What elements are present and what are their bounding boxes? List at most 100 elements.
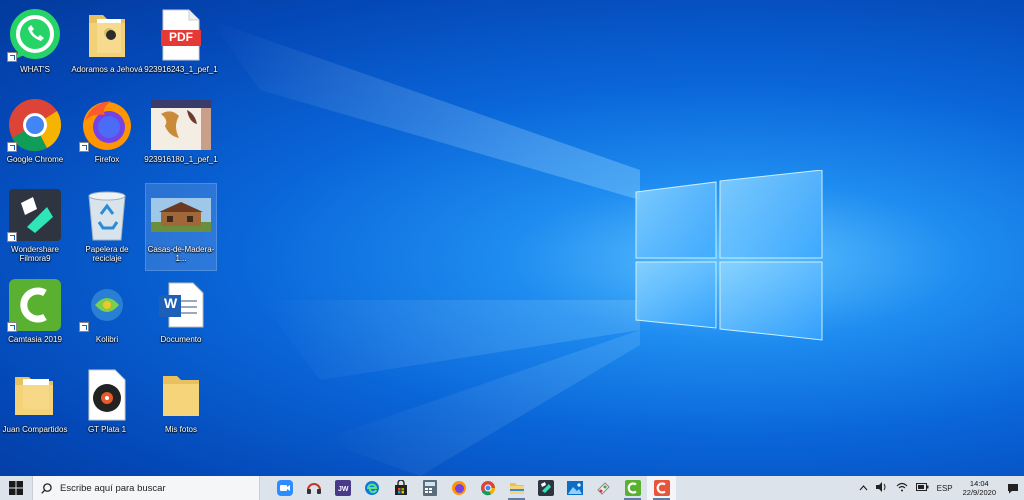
desktop-icon-label: Juan Compartidos [2,425,68,434]
start-button[interactable] [0,476,32,500]
desktop-icon-label: Firefox [94,155,120,164]
desktop-icon-gt-plata[interactable]: GT Plata 1 [72,364,142,450]
windows-icon [9,481,23,495]
taskbar-headset-button[interactable] [299,476,328,500]
clock-time: 14:04 [969,479,989,488]
word-badge-text: W [164,295,178,311]
desktop-icon-label: GT Plata 1 [87,425,127,434]
taskbar-store-button[interactable] [386,476,415,500]
camtasia-icon [5,276,65,334]
shortcut-arrow-icon [7,52,17,62]
taskbar-zoom-button[interactable] [270,476,299,500]
jw-app-icon: JW [334,480,351,496]
desktop-icon-filmora[interactable]: Wondershare Filmora9 [0,184,70,270]
desktop-icon-house-image[interactable]: Casas-de-Madera-1... [145,183,217,271]
search-icon [41,482,52,494]
recycle-bin-icon [77,186,137,244]
desktop-icon-label: Casas-de-Madera-1... [147,245,215,263]
desktop-icon-mis-fotos[interactable]: Mis fotos [146,364,216,450]
shortcut-arrow-icon [7,322,17,332]
chrome-icon [5,96,65,154]
shortcut-arrow-icon [7,142,17,152]
folder-icon [509,483,524,494]
desktop-icon-label: Google Chrome [6,155,64,164]
desktop[interactable]: WHAT'S Adoramos a Jehová PDF 923916243_1… [0,0,1024,476]
network-icon[interactable] [896,482,908,494]
taskbar-pinned-apps: JW [270,476,676,500]
desktop-icon-chrome[interactable]: Google Chrome [0,94,70,180]
taskbar-camtasia-button[interactable] [618,476,647,500]
desktop-icon-seahorse-image[interactable]: 923916180_1_pef_1 [144,94,218,180]
filmora-icon [537,480,554,496]
desktop-icon-label: Adoramos a Jehová [71,65,143,74]
desktop-icon-firefox[interactable]: Firefox [72,94,142,180]
photos-icon [566,481,583,495]
taskbar-chrome-button[interactable] [473,476,502,500]
desktop-icon-label: 923916180_1_pef_1 [144,155,218,164]
taskbar-firefox-button[interactable] [444,476,473,500]
zoom-icon [276,480,293,496]
taskbar-paint-button[interactable] [589,476,618,500]
desktop-icon-label: WHAT'S [20,65,50,74]
desktop-icon-shared-folder[interactable]: Juan Compartidos [0,364,70,450]
paint-icon [596,482,610,495]
taskbar-clock[interactable]: 14:04 22/9/2020 [963,479,996,497]
chrome-icon [480,481,495,496]
edge-icon [364,481,379,495]
taskbar-file-explorer-button[interactable] [502,476,531,500]
svg-text:JW: JW [338,486,349,493]
shortcut-arrow-icon [79,142,89,152]
whatsapp-icon [5,6,65,64]
shortcut-arrow-icon [7,232,17,242]
taskbar-edge-button[interactable] [357,476,386,500]
desktop-icon-label: Kolibri [95,335,119,344]
vinyl-file-icon [77,366,137,424]
taskbar-filmora-button[interactable] [531,476,560,500]
kolibri-icon [77,276,137,334]
desktop-icon-pdf[interactable]: PDF 923916243_1_pef_1 [144,4,218,90]
input-language-indicator[interactable]: ESP [937,484,953,493]
desktop-icon-whatsapp[interactable]: WHAT'S [0,4,70,90]
show-hidden-icons-chevron-icon[interactable] [859,484,868,493]
desktop-icon-label: Camtasia 2019 [8,335,62,344]
pdf-badge-text: PDF [169,30,193,44]
folder-documents-icon [5,366,65,424]
battery-icon[interactable] [915,483,929,493]
search-placeholder: Escribe aquí para buscar [60,482,166,494]
taskbar: Escribe aquí para buscar JW ESP 14:04 22… [0,476,1024,500]
image-thumbnail-icon [151,96,211,154]
camtasia-icon [624,480,641,496]
taskbar-calculator-button[interactable] [415,476,444,500]
camtasia-recorder-icon [653,480,670,496]
folder-document-icon [77,6,137,64]
shortcut-arrow-icon [79,322,89,332]
calculator-icon [422,480,437,496]
desktop-icon-camtasia[interactable]: Camtasia 2019 [0,274,70,360]
firefox-icon [451,481,466,495]
notification-icon [1008,483,1018,493]
pdf-file-icon: PDF [151,6,211,64]
action-center-button[interactable] [1002,476,1024,500]
taskbar-search-box[interactable]: Escribe aquí para buscar [32,476,260,500]
desktop-icon-label: Documento [160,335,202,344]
desktop-icon-word-document[interactable]: W Documento [146,274,216,360]
store-icon [394,480,407,495]
taskbar-jw-button[interactable]: JW [328,476,357,500]
image-thumbnail-icon [151,186,211,244]
desktop-icon-label: Mis fotos [164,425,197,434]
desktop-icon-kolibri[interactable]: Kolibri [72,274,142,360]
taskbar-camtasia-recorder-button[interactable] [647,476,676,500]
desktop-icon-adoramos-folder[interactable]: Adoramos a Jehová [71,4,143,90]
system-tray: ESP 14:04 22/9/2020 [855,476,1024,500]
volume-icon[interactable] [875,482,888,494]
desktop-icon-label: Wondershare Filmora9 [11,245,59,263]
word-document-icon: W [151,276,211,334]
filmora-icon [5,186,65,244]
desktop-icon-label: Papelera de reciclaje [85,245,129,263]
clock-date: 22/9/2020 [962,488,996,497]
headset-icon [306,483,321,494]
desktop-icon-recycle-bin[interactable]: Papelera de reciclaje [72,184,142,270]
desktop-icon-label: 923916243_1_pef_1 [144,65,218,74]
taskbar-photos-button[interactable] [560,476,589,500]
folder-icon [151,366,211,424]
